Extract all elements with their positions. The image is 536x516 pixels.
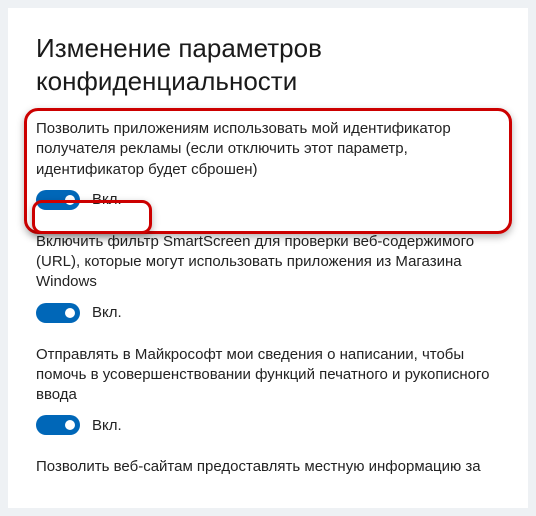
toggle-knob-icon (65, 195, 75, 205)
toggle-row: Вкл. (36, 415, 500, 435)
page-title: Изменение параметров конфиденциальности (36, 32, 500, 97)
toggle-switch-advertising-id[interactable] (36, 190, 80, 210)
setting-desc: Включить фильтр SmartScreen для проверки… (36, 232, 500, 293)
setting-desc: Отправлять в Майкрософт мои сведения о н… (36, 345, 500, 406)
setting-typing-data: Отправлять в Майкрософт мои сведения о н… (36, 345, 500, 436)
toggle-row: Вкл. (36, 303, 500, 323)
toggle-switch-smartscreen[interactable] (36, 303, 80, 323)
setting-local-content: Позволить веб-сайтам предоставлять местн… (36, 457, 500, 477)
toggle-state-label: Вкл. (92, 304, 122, 321)
toggle-switch-typing-data[interactable] (36, 415, 80, 435)
setting-desc: Позволить приложениям использовать мой и… (36, 119, 500, 180)
setting-smartscreen: Включить фильтр SmartScreen для проверки… (36, 232, 500, 323)
toggle-row: Вкл. (36, 190, 500, 210)
toggle-knob-icon (65, 420, 75, 430)
setting-advertising-id: Позволить приложениям использовать мой и… (36, 119, 500, 210)
setting-desc: Позволить веб-сайтам предоставлять местн… (36, 457, 500, 477)
toggle-state-label: Вкл. (92, 417, 122, 434)
toggle-knob-icon (65, 308, 75, 318)
settings-panel: Изменение параметров конфиденциальности … (8, 8, 528, 508)
toggle-state-label: Вкл. (92, 191, 122, 208)
